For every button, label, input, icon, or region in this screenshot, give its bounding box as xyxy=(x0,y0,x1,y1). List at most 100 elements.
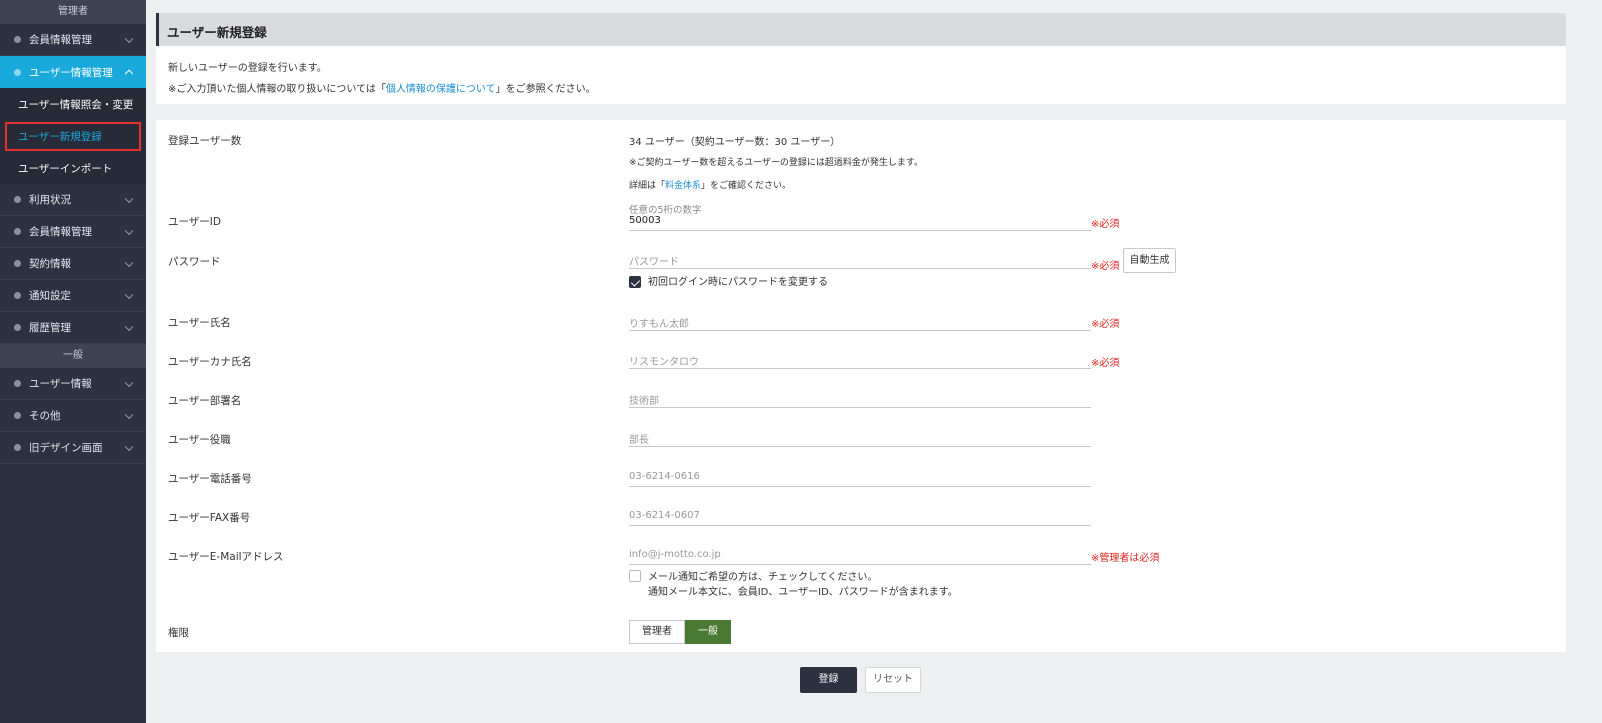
user-name-input[interactable]: りすもん太郎 xyxy=(629,311,1091,331)
chevron-down-icon xyxy=(124,322,134,331)
sidebar-item-history[interactable]: 履歴管理 xyxy=(0,312,146,344)
chevron-down-icon xyxy=(124,378,134,387)
user-name-label: ユーザー氏名 xyxy=(168,317,231,329)
change-password-label: 初回ログイン時にパスワードを変更する xyxy=(648,277,828,288)
sidebar-item-label: ユーザー情報管理 xyxy=(29,66,113,79)
user-email-required: ※管理者は必須 xyxy=(1091,553,1160,564)
user-phone-label: ユーザー電話番号 xyxy=(168,473,252,485)
sidebar-subitem-user-edit[interactable]: ユーザー情報照会・変更 xyxy=(0,88,146,120)
user-count-label: 登録ユーザー数 xyxy=(168,135,242,147)
pricing-link[interactable]: 料金体系 xyxy=(665,181,701,191)
pricing-note-pre: 詳細は「 xyxy=(629,181,666,191)
user-email-label: ユーザーE-Mailアドレス xyxy=(168,551,284,563)
intro-panel: 新しいユーザーの登録を行います。 ※ご入力頂いた個人情報の取り扱いについては「個… xyxy=(156,46,1566,104)
user-kana-label: ユーザーカナ氏名 xyxy=(168,356,252,368)
privacy-note: ※ご入力頂いた個人情報の取り扱いについては「個人情報の保護について」をご参照くだ… xyxy=(168,79,1566,100)
privacy-note-pre: ※ご入力頂いた個人情報の取り扱いについては「 xyxy=(168,84,386,95)
page-title-bar: ユーザー新規登録 xyxy=(156,13,1566,46)
user-fax-label: ユーザーFAX番号 xyxy=(168,512,251,524)
bullet-icon xyxy=(14,292,21,299)
role-option-general[interactable]: 一般 xyxy=(685,620,731,644)
user-id-label: ユーザーID xyxy=(168,216,221,228)
bullet-icon xyxy=(14,412,21,419)
password-input[interactable]: パスワード xyxy=(629,249,1091,269)
sidebar-section-general: 一般 xyxy=(0,344,146,368)
user-kana-required: ※必須 xyxy=(1091,358,1120,369)
user-count-note: ※ご契約ユーザー数を超えるユーザーの登録には超過料金が発生します。 xyxy=(629,158,924,168)
user-kana-input[interactable]: リスモンタロウ xyxy=(629,349,1091,369)
highlight-box xyxy=(5,121,141,151)
chevron-down-icon xyxy=(124,442,134,451)
role-option-admin[interactable]: 管理者 xyxy=(629,620,685,644)
bullet-icon xyxy=(14,68,21,76)
sidebar-subitem-user-import[interactable]: ユーザーインポート xyxy=(0,152,146,184)
user-position-input[interactable]: 部長 xyxy=(629,427,1091,447)
page-title: ユーザー新規登録 xyxy=(167,25,267,40)
bullet-icon xyxy=(14,196,21,203)
user-position-label: ユーザー役職 xyxy=(168,434,231,446)
sidebar: 管理者 会員情報管理 ユーザー情報管理 ユーザー情報照会・変更 ユーザー新規登録… xyxy=(0,0,146,723)
email-notify-line1: メール通知ご希望の方は、チェックしてください。 xyxy=(648,572,878,583)
sidebar-item-notify[interactable]: 通知設定 xyxy=(0,280,146,312)
reset-button[interactable]: リセット xyxy=(865,667,921,693)
sidebar-subitem-label: ユーザー情報照会・変更 xyxy=(18,98,134,111)
role-toggle: 管理者 一般 xyxy=(629,620,731,644)
register-button[interactable]: 登録 xyxy=(800,667,857,693)
pricing-note-post: 」をご確認ください。 xyxy=(701,181,792,191)
user-phone-input[interactable]: 03-6214-0616 xyxy=(629,467,1091,487)
bullet-icon xyxy=(14,324,21,331)
user-fax-input[interactable]: 03-6214-0607 xyxy=(629,506,1091,526)
user-dept-label: ユーザー部署名 xyxy=(168,395,242,407)
sidebar-item-contract[interactable]: 契約情報 xyxy=(0,248,146,280)
sidebar-item-label: 通知設定 xyxy=(29,290,71,302)
sidebar-subitem-label: ユーザーインポート xyxy=(18,162,113,175)
password-label: パスワード xyxy=(168,256,221,268)
sidebar-item-label: 契約情報 xyxy=(29,258,71,270)
sidebar-item-member-info[interactable]: 会員情報管理 xyxy=(0,24,146,56)
chevron-down-icon xyxy=(124,410,134,419)
sidebar-section-admin: 管理者 xyxy=(0,0,146,24)
change-password-checkbox[interactable] xyxy=(629,276,641,288)
email-notify-line2: 通知メール本文に、会員ID、ユーザーID、パスワードが含まれます。 xyxy=(648,587,958,598)
user-count-value: 34 ユーザー（契約ユーザー数：30 ユーザー） xyxy=(629,137,841,148)
chevron-down-icon xyxy=(124,226,134,235)
bullet-icon xyxy=(14,380,21,387)
bullet-icon xyxy=(14,36,21,43)
user-id-required: ※必須 xyxy=(1091,219,1120,230)
chevron-down-icon xyxy=(124,194,134,203)
registration-form: 登録ユーザー数 34 ユーザー（契約ユーザー数：30 ユーザー） ※ご契約ユーザ… xyxy=(156,120,1566,652)
intro-text: 新しいユーザーの登録を行います。 xyxy=(168,63,327,74)
privacy-link[interactable]: 個人情報の保護について xyxy=(386,84,496,95)
chevron-down-icon xyxy=(124,34,134,43)
user-email-input[interactable]: info@j-motto.co.jp xyxy=(629,545,1091,565)
sidebar-item-label: 会員情報管理 xyxy=(29,34,92,46)
sidebar-item-label: その他 xyxy=(29,410,61,422)
chevron-up-icon xyxy=(124,69,134,79)
sidebar-item-label: 旧デザイン画面 xyxy=(29,442,103,454)
sidebar-item-user-management[interactable]: ユーザー情報管理 xyxy=(0,56,146,88)
sidebar-item-usage[interactable]: 利用状況 xyxy=(0,184,146,216)
bullet-icon xyxy=(14,260,21,267)
sidebar-item-label: 履歴管理 xyxy=(29,322,71,334)
user-id-input[interactable]: 50003 xyxy=(629,211,1091,231)
chevron-down-icon xyxy=(124,290,134,299)
sidebar-item-old-design[interactable]: 旧デザイン画面 xyxy=(0,432,146,464)
chevron-down-icon xyxy=(124,258,134,267)
password-required: ※必須 xyxy=(1091,261,1120,272)
email-notify-checkbox[interactable] xyxy=(629,570,641,582)
role-label: 権限 xyxy=(168,627,189,639)
privacy-note-post: 」をご参照ください。 xyxy=(495,84,596,95)
sidebar-item-label: 利用状況 xyxy=(29,194,71,206)
sidebar-subitem-user-new[interactable]: ユーザー新規登録 xyxy=(0,120,146,152)
bullet-icon xyxy=(14,444,21,451)
sidebar-item-other[interactable]: その他 xyxy=(0,400,146,432)
user-name-required: ※必須 xyxy=(1091,319,1120,330)
bullet-icon xyxy=(14,228,21,235)
auto-generate-button[interactable]: 自動生成 xyxy=(1123,248,1176,273)
email-notify-label: メール通知ご希望の方は、チェックしてください。 通知メール本文に、会員ID、ユー… xyxy=(648,570,958,600)
pricing-note: 詳細は「料金体系」をご確認ください。 xyxy=(629,178,791,191)
user-dept-input[interactable]: 技術部 xyxy=(629,388,1091,408)
sidebar-item-member-info-2[interactable]: 会員情報管理 xyxy=(0,216,146,248)
sidebar-item-label: ユーザー情報 xyxy=(29,378,92,390)
sidebar-item-user-info[interactable]: ユーザー情報 xyxy=(0,368,146,400)
